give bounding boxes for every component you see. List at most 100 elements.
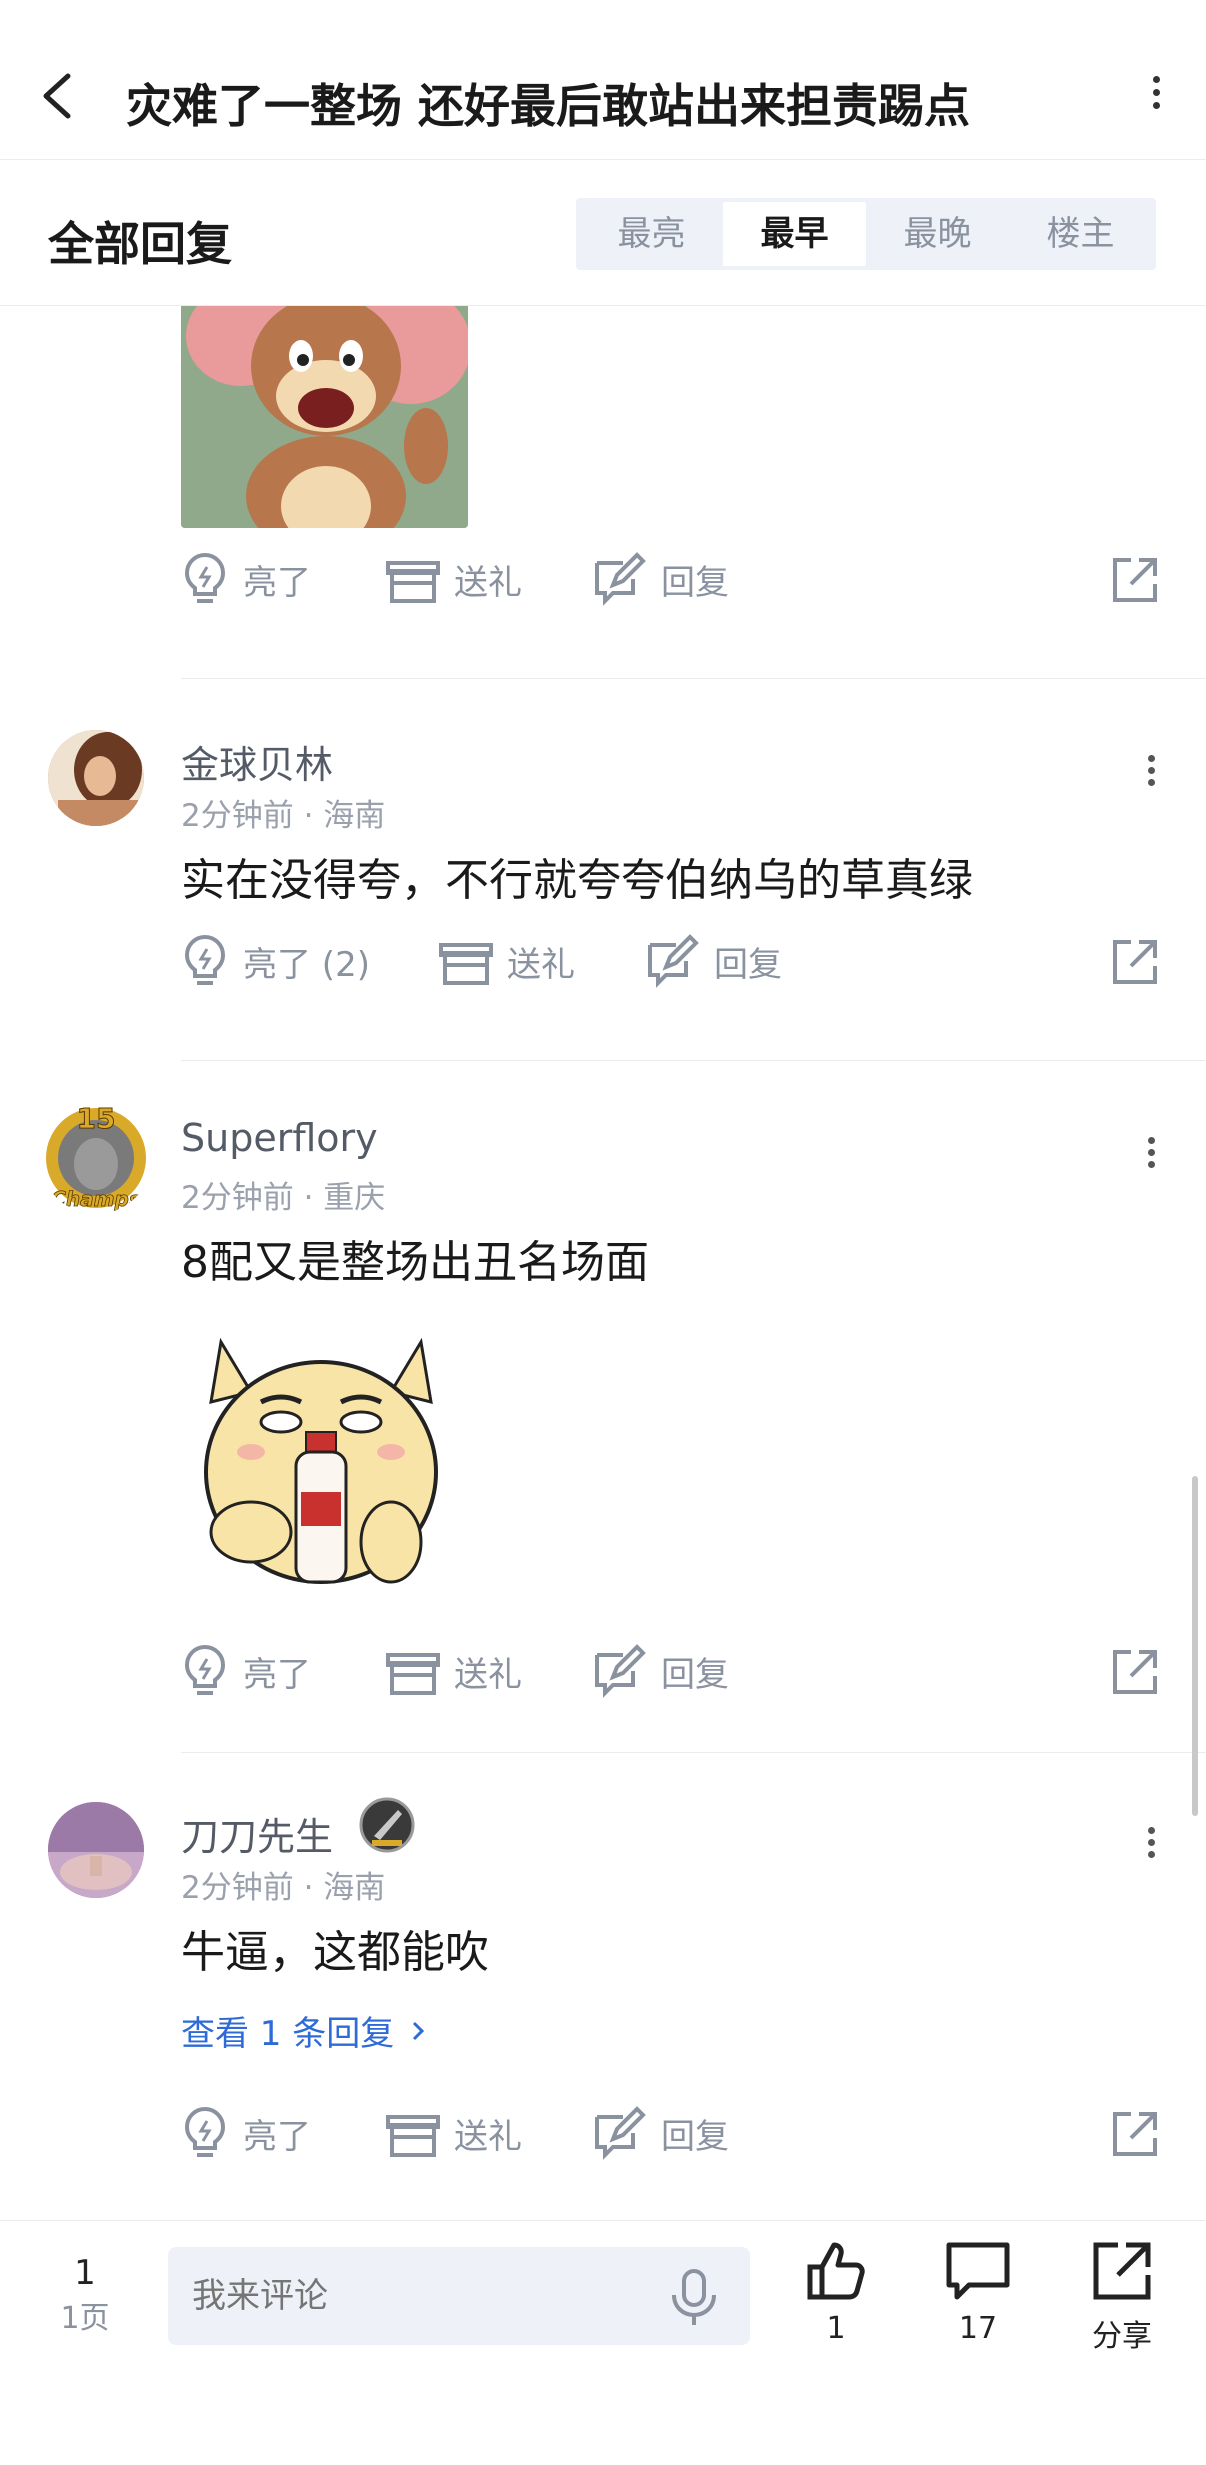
reply-image-jerry-sticker[interactable]: [181, 306, 468, 528]
divider: [181, 678, 1206, 679]
page-number: 1: [74, 2253, 96, 2293]
username[interactable]: 刀刀先生: [181, 1806, 333, 1861]
like-count: 1: [826, 2311, 846, 2346]
reply-actions: 亮了 送礼 回复: [181, 2098, 1161, 2168]
more-dot-icon: [1147, 1137, 1155, 1144]
back-button[interactable]: [36, 68, 76, 124]
scrollbar-thumb[interactable]: [1192, 1476, 1198, 1816]
more-options-button[interactable]: [1146, 70, 1166, 120]
chevron-right-icon: [413, 2021, 425, 2040]
more-dot-icon: [1147, 1149, 1155, 1156]
lightbulb-icon: [184, 1644, 226, 1695]
comment-text: 8配又是整场出丑名场面: [181, 1237, 649, 1288]
reply-button[interactable]: 回复: [591, 544, 729, 614]
edit-reply-icon: [648, 934, 699, 988]
reply-label: 回复: [661, 2116, 729, 2157]
reply-image-cat-sticker[interactable]: [181, 1322, 468, 1612]
sort-option-op-only[interactable]: 楼主: [1009, 202, 1152, 266]
view-replies-label: 查看 1 条回复: [181, 2014, 395, 2054]
gift-label: 送礼: [507, 944, 575, 985]
cartoon-cat-image: [181, 1322, 468, 1612]
like-label: 亮了: [243, 2116, 311, 2157]
avatar[interactable]: [48, 1802, 144, 1898]
share-thread-button[interactable]: 分享: [1072, 2239, 1172, 2355]
reply-label: 回复: [661, 562, 729, 603]
like-button[interactable]: 亮了: [181, 544, 311, 614]
reply-button[interactable]: 回复: [591, 2098, 729, 2168]
user-avatar-image: [48, 1802, 144, 1898]
more-dot-icon: [1147, 1839, 1155, 1846]
edit-reply-icon: [595, 2106, 646, 2160]
like-label: 亮了: [243, 1654, 311, 1695]
share-icon[interactable]: [1109, 936, 1161, 988]
reply-button[interactable]: 回复: [591, 1636, 729, 1706]
divider: [181, 1752, 1206, 1753]
share-icon[interactable]: [1109, 2108, 1161, 2160]
reply-label: 回复: [714, 944, 782, 985]
share-label: 分享: [1092, 2319, 1152, 2354]
share-icon: [1093, 2242, 1151, 2300]
sort-option-earliest[interactable]: 最早: [723, 202, 866, 266]
thumbs-up-icon: [807, 2242, 865, 2300]
more-dot-icon: [1147, 779, 1155, 786]
comment-more-button[interactable]: [1144, 750, 1158, 802]
user-badge-icon: [359, 1797, 415, 1853]
gift-label: 送礼: [454, 562, 522, 603]
edit-reply-icon: [595, 1644, 646, 1698]
avatar[interactable]: [48, 730, 144, 826]
gift-button[interactable]: 送礼: [386, 544, 522, 614]
comment-input[interactable]: [168, 2247, 750, 2345]
share-icon[interactable]: [1109, 1646, 1161, 1698]
reply-actions: 亮了 (2) 送礼 回复: [181, 926, 1161, 996]
badge-caption: Champs: [51, 1187, 141, 1211]
like-button[interactable]: 亮了: [181, 2098, 311, 2168]
comment-text: 牛逼，这都能吹: [181, 1927, 489, 1978]
more-dot-icon: [1147, 755, 1155, 762]
comment-more-button[interactable]: [1144, 1132, 1158, 1184]
gift-button[interactable]: 送礼: [439, 926, 575, 996]
like-thread-button[interactable]: 1: [786, 2239, 886, 2346]
gift-button[interactable]: 送礼: [386, 2098, 522, 2168]
gift-icon: [386, 561, 440, 603]
reply-label: 回复: [661, 1654, 729, 1695]
edit-reply-icon: [595, 552, 646, 606]
sort-option-hottest[interactable]: 最亮: [580, 202, 723, 266]
microphone-icon[interactable]: [668, 2267, 720, 2327]
username[interactable]: 金球贝林: [181, 734, 333, 789]
all-replies-title: 全部回复: [48, 217, 232, 271]
comment-bubble-icon: [946, 2242, 1010, 2300]
more-dot-icon: [1147, 1851, 1155, 1858]
like-label: 亮了 (2): [243, 944, 370, 985]
sort-option-latest[interactable]: 最晚: [866, 202, 1009, 266]
lightbulb-icon: [184, 934, 226, 985]
comment-text: 实在没得夸，不行就夸夸伯纳乌的草真绿: [181, 855, 973, 906]
comments-button[interactable]: 17: [928, 2239, 1028, 2346]
reply-actions: 亮了 送礼 回复: [181, 1636, 1161, 1706]
username[interactable]: Superflory: [181, 1116, 378, 1160]
like-button[interactable]: 亮了: [181, 1636, 311, 1706]
bottom-action-bar: 1 1页 1 17 分享: [0, 2220, 1206, 2465]
avatar[interactable]: 15 Champs: [40, 1102, 152, 1214]
user-avatar-image: [48, 730, 144, 826]
more-dot-icon: [1147, 1161, 1155, 1168]
thread-page: 灾难了一整场 还好最后敢站出来担责踢点 全部回复 最亮 最早 最晚 楼主 亮了 …: [0, 0, 1206, 2465]
share-icon[interactable]: [1109, 554, 1161, 606]
reply-button[interactable]: 回复: [644, 926, 782, 996]
gift-button[interactable]: 送礼: [386, 1636, 522, 1706]
comment-meta: 2分钟前 · 重庆: [181, 1180, 386, 1216]
comment-count: 17: [958, 2311, 998, 2346]
lightbulb-icon: [184, 2106, 226, 2157]
page-title: 灾难了一整场 还好最后敢站出来担责踢点: [126, 79, 971, 133]
more-dot-icon: [1147, 1827, 1155, 1834]
like-label: 亮了: [243, 562, 311, 603]
comment-meta: 2分钟前 · 海南: [181, 1870, 386, 1906]
comment-more-button[interactable]: [1144, 1822, 1158, 1874]
replies-feed[interactable]: 亮了 送礼 回复 金球贝林 2分钟前 · 海南 实在没得夸，不行就夸夸伯纳乌的草…: [0, 306, 1206, 2220]
view-replies-link[interactable]: 查看 1 条回复: [181, 2006, 432, 2055]
more-dot-icon: [1147, 767, 1155, 774]
gift-icon: [386, 1653, 440, 1695]
more-dot-icon: [1152, 76, 1160, 83]
page-indicator[interactable]: 1 1页: [40, 2249, 130, 2341]
comment-meta: 2分钟前 · 海南: [181, 798, 386, 834]
like-button[interactable]: 亮了 (2): [181, 926, 370, 996]
